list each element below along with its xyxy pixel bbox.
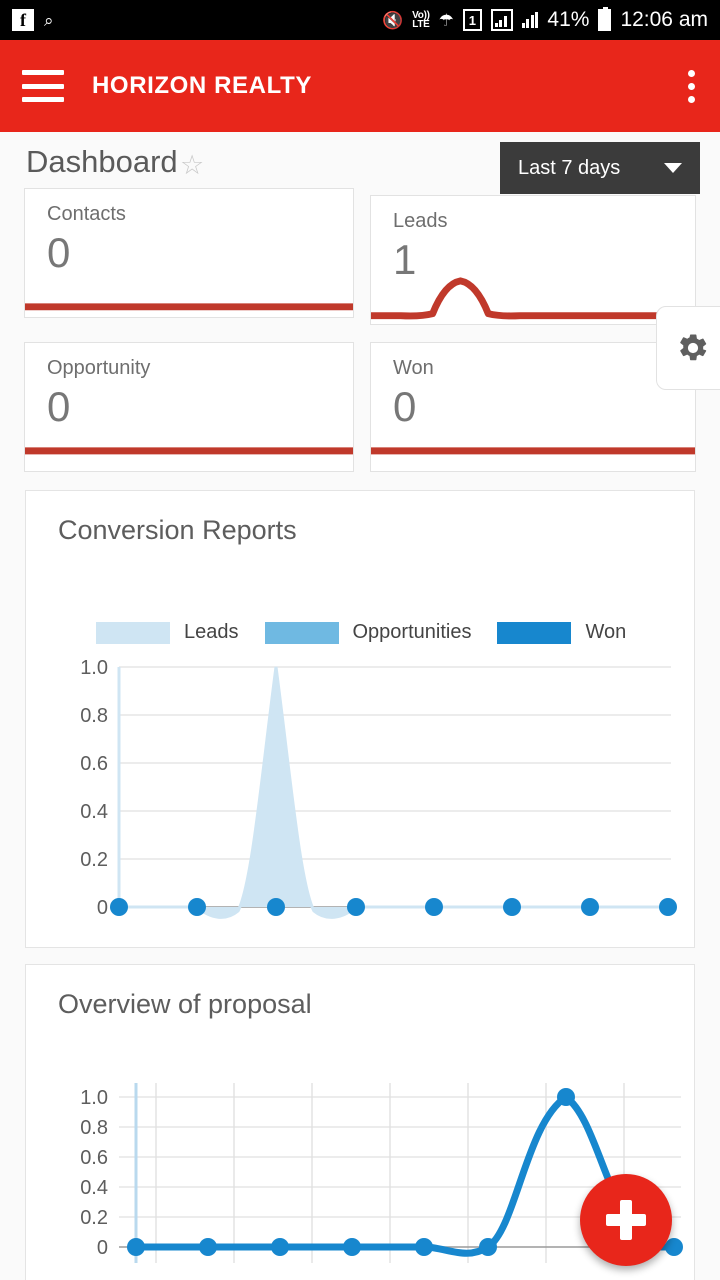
kpi-card-opportunity[interactable]: Opportunity 0 — [24, 342, 354, 472]
kpi-label: Leads — [393, 210, 448, 232]
svg-text:0.4: 0.4 — [80, 1177, 108, 1199]
clock-label: 12:06 am — [620, 8, 708, 31]
volte-icon: Vo)) LTE — [412, 10, 430, 30]
battery-percent-label: 41% — [547, 8, 590, 31]
signal-bars-icon — [521, 12, 539, 28]
card-title: Overview of proposal — [58, 989, 312, 1019]
svg-text:0.8: 0.8 — [80, 1117, 108, 1139]
hamburger-icon[interactable] — [22, 70, 64, 102]
kpi-label: Contacts — [47, 203, 126, 225]
page-title: Dashboard — [26, 144, 178, 179]
legend-item-opportunities[interactable]: Opportunities — [264, 621, 472, 644]
svg-text:0.6: 0.6 — [80, 753, 108, 775]
series-line-leads — [119, 666, 668, 919]
svg-text:0.2: 0.2 — [80, 1207, 108, 1229]
gear-icon — [680, 334, 707, 361]
signal-boxed-icon — [490, 9, 513, 31]
svg-text:0: 0 — [97, 1237, 108, 1259]
sparkline-flat — [371, 447, 695, 455]
status-bar-right: 🔇 Vo)) LTE ☂ 1 41% 12:06 am — [381, 7, 708, 32]
app-title: HORIZON REALTY — [92, 72, 312, 99]
kpi-card-contacts[interactable]: Contacts 0 — [24, 188, 354, 318]
kpi-card-leads[interactable]: Leads 1 — [370, 195, 696, 325]
legend-swatch — [96, 621, 170, 644]
facebook-icon: f — [12, 9, 34, 31]
legend-label: Opportunities — [352, 621, 472, 643]
chevron-down-icon — [664, 163, 682, 173]
chart-legend: Leads Opportunities Won — [96, 621, 652, 644]
svg-text:0.8: 0.8 — [80, 705, 108, 727]
mute-icon: 🔇 — [381, 10, 404, 30]
date-range-dropdown[interactable]: Last 7 days — [500, 142, 700, 194]
status-bar: f ⌕ 🔇 Vo)) LTE ☂ 1 41% 12:06 am — [0, 0, 720, 40]
legend-label: Won — [585, 621, 627, 643]
svg-text:0.4: 0.4 — [80, 801, 108, 823]
wifi-icon: ☂ — [438, 10, 454, 30]
grid-lines — [119, 666, 671, 860]
sim-1-icon: 1 — [462, 9, 482, 31]
kpi-value: 0 — [47, 383, 71, 430]
sparkline-peak — [371, 277, 695, 320]
add-button-fab[interactable] — [580, 1174, 672, 1266]
legend-swatch — [497, 621, 572, 644]
legend-item-won[interactable]: Won — [497, 621, 626, 644]
kpi-label: Won — [393, 357, 434, 379]
kpi-label: Opportunity — [47, 357, 151, 379]
sparkline-flat — [25, 447, 353, 455]
svg-text:1.0: 1.0 — [80, 657, 108, 679]
y-axis-ticks: 1.0 0.8 0.6 0.4 0.2 0 — [80, 1087, 108, 1259]
volte-line2: LTE — [412, 19, 430, 30]
svg-text:0.6: 0.6 — [80, 1147, 108, 1169]
plus-icon — [604, 1198, 648, 1242]
date-range-label: Last 7 days — [518, 156, 621, 179]
settings-gear-tab[interactable] — [656, 306, 720, 390]
kpi-value: 0 — [393, 383, 417, 430]
app-bar: HORIZON REALTY — [0, 40, 720, 132]
app-notification-icon: ⌕ — [44, 10, 54, 30]
legend-item-leads[interactable]: Leads — [96, 621, 239, 644]
page-header: Dashboard ☆ Last 7 days — [0, 132, 720, 194]
series-area-leads — [119, 667, 668, 918]
legend-label: Leads — [184, 621, 239, 643]
card-title: Conversion Reports — [58, 515, 297, 545]
battery-icon — [598, 7, 612, 31]
conversion-reports-card: Conversion Reports Leads Opportunities W… — [25, 490, 695, 948]
overflow-menu-icon[interactable] — [688, 69, 698, 103]
kpi-value: 0 — [47, 229, 71, 276]
svg-text:0.2: 0.2 — [80, 849, 108, 871]
y-axis-ticks: 1.0 0.8 0.6 0.4 0.2 0 — [80, 657, 108, 919]
app-root: f ⌕ 🔇 Vo)) LTE ☂ 1 41% 12:06 am HORIZON … — [0, 0, 720, 1280]
conversion-chart[interactable]: 1.0 0.8 0.6 0.4 0.2 0 — [26, 653, 696, 943]
sparkline-flat — [25, 303, 353, 311]
legend-swatch — [264, 621, 339, 644]
star-outline-icon[interactable]: ☆ — [180, 150, 204, 181]
svg-text:1.0: 1.0 — [80, 1087, 108, 1109]
status-bar-left: f ⌕ — [12, 9, 54, 31]
svg-text:0: 0 — [97, 897, 108, 919]
kpi-card-won[interactable]: Won 0 — [370, 342, 696, 472]
